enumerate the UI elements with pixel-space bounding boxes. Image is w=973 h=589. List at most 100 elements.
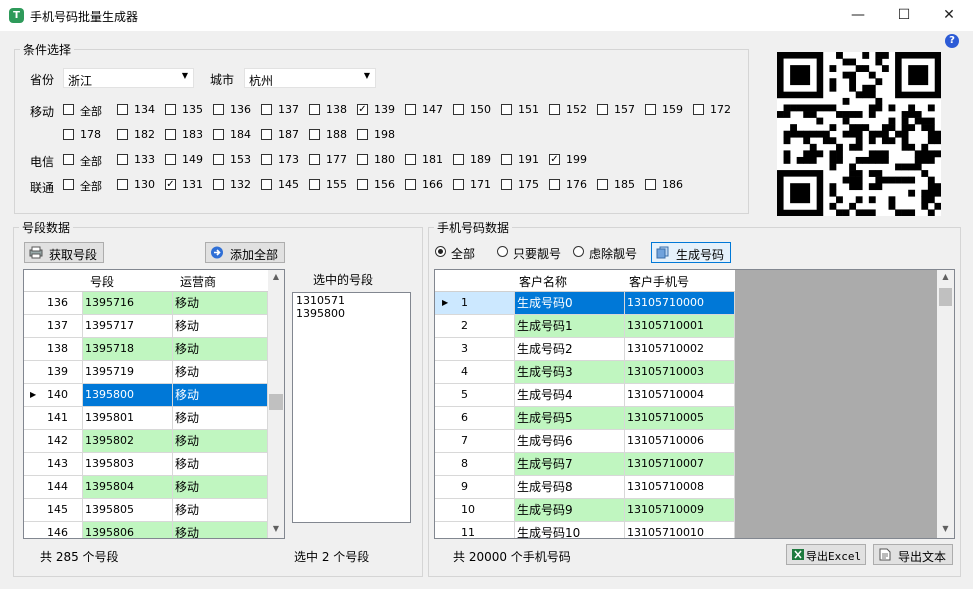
carrier-cell[interactable]: 移动 — [173, 361, 268, 383]
checkbox-157[interactable]: 157 — [597, 102, 645, 118]
checkbox-133[interactable]: 133 — [117, 152, 165, 168]
checkbox-198[interactable]: 198 — [357, 127, 405, 143]
table-row[interactable]: 7 生成号码6 13105710006 — [435, 430, 735, 453]
table-row[interactable]: 146 1395806 移动 — [24, 522, 268, 538]
table-row[interactable]: 142 1395802 移动 — [24, 430, 268, 453]
export-text-button[interactable]: 导出文本 — [873, 544, 953, 565]
checkbox-155[interactable]: 155 — [309, 177, 357, 193]
table-row[interactable]: 8 生成号码7 13105710007 — [435, 453, 735, 476]
segments-table[interactable]: 号段 运营商 136 1395716 移动 137 1395717 移动 138 139571… — [23, 269, 285, 539]
checkbox-151[interactable]: 151 — [501, 102, 549, 118]
checkbox-150[interactable]: 150 — [453, 102, 501, 118]
name-cell[interactable]: 生成号码2 — [515, 338, 625, 360]
scroll-up-icon[interactable]: ▲ — [937, 272, 954, 281]
phone-cell[interactable]: 13105710002 — [625, 338, 735, 360]
checkbox-171[interactable]: 171 — [453, 177, 501, 193]
table-row[interactable]: 10 生成号码9 13105710009 — [435, 499, 735, 522]
segment-cell[interactable]: 1395803 — [83, 453, 173, 475]
name-cell[interactable]: 生成号码7 — [515, 453, 625, 475]
checkbox-199[interactable]: ✓ 199 — [549, 152, 597, 168]
checkbox-138[interactable]: 138 — [309, 102, 357, 118]
segment-cell[interactable]: 1395801 — [83, 407, 173, 429]
checkbox-131[interactable]: ✓ 131 — [165, 177, 213, 193]
table-row[interactable]: 3 生成号码2 13105710002 — [435, 338, 735, 361]
carrier-cell[interactable]: 移动 — [173, 315, 268, 337]
generate-button[interactable]: 生成号码 — [651, 242, 731, 263]
name-cell[interactable]: 生成号码9 — [515, 499, 625, 521]
segment-cell[interactable]: 1395806 — [83, 522, 173, 538]
checkbox-153[interactable]: 153 — [213, 152, 261, 168]
name-cell[interactable]: 生成号码8 — [515, 476, 625, 498]
segment-cell[interactable]: 1395716 — [83, 292, 173, 314]
table-row[interactable]: 144 1395804 移动 — [24, 476, 268, 499]
table-row[interactable]: 4 生成号码3 13105710003 — [435, 361, 735, 384]
scroll-thumb[interactable] — [269, 394, 283, 410]
segment-cell[interactable]: 1395717 — [83, 315, 173, 337]
checkbox-156[interactable]: 156 — [357, 177, 405, 193]
checkbox-136[interactable]: 136 — [213, 102, 261, 118]
checkbox-183[interactable]: 183 — [165, 127, 213, 143]
checkbox-188[interactable]: 188 — [309, 127, 357, 143]
name-cell[interactable]: 生成号码0 — [515, 292, 625, 314]
phone-cell[interactable]: 13105710008 — [625, 476, 735, 498]
fetch-segments-button[interactable]: 获取号段 — [24, 242, 104, 263]
segment-cell[interactable]: 1395800 — [83, 384, 173, 406]
scroll-down-icon[interactable]: ▼ — [268, 524, 284, 533]
phone-cell[interactable]: 13105710007 — [625, 453, 735, 475]
telecom-all-checkbox[interactable]: 全部 — [63, 152, 111, 168]
checkbox-187[interactable]: 187 — [261, 127, 309, 143]
table-row[interactable]: 2 生成号码1 13105710001 — [435, 315, 735, 338]
checkbox-132[interactable]: 132 — [213, 177, 261, 193]
checkbox-159[interactable]: 159 — [645, 102, 693, 118]
checkbox-176[interactable]: 176 — [549, 177, 597, 193]
table-row[interactable]: 145 1395805 移动 — [24, 499, 268, 522]
minimize-button[interactable]: — — [835, 0, 881, 31]
phone-cell[interactable]: 13105710010 — [625, 522, 735, 538]
phones-scrollbar[interactable]: ▲ ▼ — [937, 270, 954, 538]
checkbox-139[interactable]: ✓ 139 — [357, 102, 405, 118]
table-row[interactable]: 9 生成号码8 13105710008 — [435, 476, 735, 499]
phone-cell[interactable]: 13105710001 — [625, 315, 735, 337]
carrier-cell[interactable]: 移动 — [173, 407, 268, 429]
mobile-all-checkbox[interactable]: 全部 — [63, 102, 111, 118]
phone-cell[interactable]: 13105710000 — [625, 292, 735, 314]
segment-cell[interactable]: 1395718 — [83, 338, 173, 360]
name-cell[interactable]: 生成号码1 — [515, 315, 625, 337]
checkbox-149[interactable]: 149 — [165, 152, 213, 168]
table-row[interactable]: ▶ 1 生成号码0 13105710000 — [435, 292, 735, 315]
list-item[interactable]: 1395800 — [296, 307, 407, 320]
segment-cell[interactable]: 1395802 — [83, 430, 173, 452]
segment-cell[interactable]: 1395805 — [83, 499, 173, 521]
carrier-cell[interactable]: 移动 — [173, 476, 268, 498]
name-cell[interactable]: 生成号码3 — [515, 361, 625, 383]
name-cell[interactable]: 生成号码6 — [515, 430, 625, 452]
checkbox-135[interactable]: 135 — [165, 102, 213, 118]
name-cell[interactable]: 生成号码10 — [515, 522, 625, 538]
carrier-cell[interactable]: 移动 — [173, 430, 268, 452]
carrier-cell[interactable]: 移动 — [173, 292, 268, 314]
checkbox-166[interactable]: 166 — [405, 177, 453, 193]
table-row[interactable]: 138 1395718 移动 — [24, 338, 268, 361]
carrier-cell[interactable]: 移动 — [173, 338, 268, 360]
table-row[interactable]: 5 生成号码4 13105710004 — [435, 384, 735, 407]
name-cell[interactable]: 生成号码4 — [515, 384, 625, 406]
checkbox-181[interactable]: 181 — [405, 152, 453, 168]
segments-scrollbar[interactable]: ▲ ▼ — [268, 270, 284, 538]
table-row[interactable]: 6 生成号码5 13105710005 — [435, 407, 735, 430]
checkbox-175[interactable]: 175 — [501, 177, 549, 193]
checkbox-182[interactable]: 182 — [117, 127, 165, 143]
checkbox-180[interactable]: 180 — [357, 152, 405, 168]
selected-segments-list[interactable]: 1310571 1395800 — [292, 292, 411, 523]
checkbox-147[interactable]: 147 — [405, 102, 453, 118]
scroll-up-icon[interactable]: ▲ — [268, 272, 284, 281]
phone-cell[interactable]: 13105710003 — [625, 361, 735, 383]
checkbox-145[interactable]: 145 — [261, 177, 309, 193]
filter-radio-1[interactable]: 只要靓号 — [497, 244, 567, 261]
checkbox-185[interactable]: 185 — [597, 177, 645, 193]
province-select[interactable]: 浙江 ▼ — [63, 68, 194, 88]
phones-table[interactable]: 客户名称 客户手机号 ▶ 1 生成号码0 13105710000 2 生成号码1 13105… — [434, 269, 955, 539]
phone-cell[interactable]: 13105710009 — [625, 499, 735, 521]
checkbox-186[interactable]: 186 — [645, 177, 693, 193]
checkbox-177[interactable]: 177 — [309, 152, 357, 168]
unicom-all-checkbox[interactable]: 全部 — [63, 177, 111, 193]
